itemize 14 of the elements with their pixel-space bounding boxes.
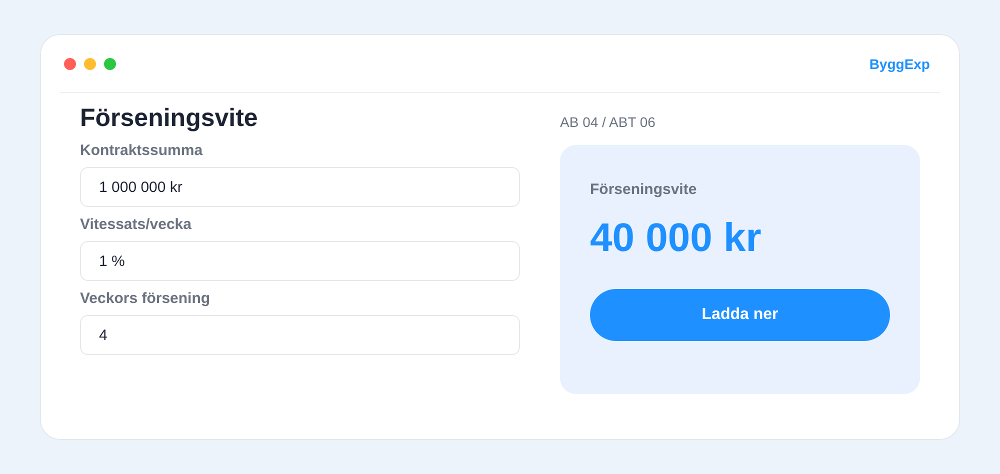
input-field[interactable]: 4 [80,315,520,355]
standard-caption: AB 04 / ABT 06 [560,113,656,131]
form-title: Förseningsvite [80,103,259,133]
field-label: Vitessats/vecka [80,215,192,235]
input-field[interactable]: 1 % [80,241,520,281]
brand-name: ByggExp [869,56,930,72]
field-label: Kontraktssumma [80,141,204,161]
input-field[interactable]: 1 000 000 kr [80,167,520,207]
result-value: 40 000 kr [590,215,762,261]
maximize-dot-icon[interactable] [104,58,116,70]
minimize-dot-icon[interactable] [84,58,96,70]
result-label: Förseningsvite [590,181,697,199]
close-dot-icon[interactable] [64,58,76,70]
field-label: Veckors försening [80,289,212,309]
